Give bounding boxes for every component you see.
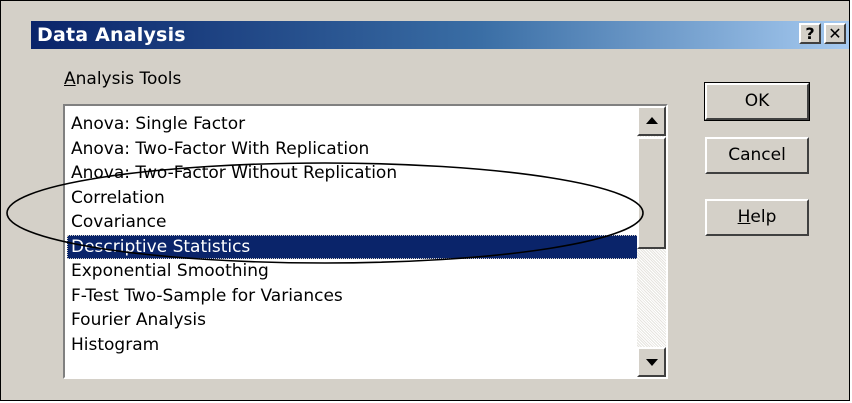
help-button[interactable]: Help: [705, 199, 809, 236]
scroll-down-button[interactable]: [637, 347, 666, 377]
vertical-scrollbar[interactable]: [637, 106, 666, 377]
scroll-up-button[interactable]: [637, 106, 666, 136]
list-item[interactable]: F-Test Two-Sample for Variances: [67, 284, 639, 309]
arrow-down-icon: [646, 359, 658, 366]
title-bar[interactable]: Data Analysis ? ✕: [31, 21, 849, 49]
analysis-tools-label: Analysis Tools: [64, 69, 181, 89]
analysis-tools-label-accel: A: [64, 69, 76, 89]
list-item[interactable]: Anova: Single Factor: [67, 112, 639, 137]
list-item[interactable]: Correlation: [67, 186, 639, 211]
ok-button[interactable]: OK: [704, 82, 810, 121]
scroll-thumb[interactable]: [637, 137, 666, 249]
cancel-button[interactable]: Cancel: [705, 137, 809, 174]
analysis-tools-list: Anova: Single Factor Anova: Two-Factor W…: [67, 112, 639, 357]
list-item[interactable]: Fourier Analysis: [67, 308, 639, 333]
list-item[interactable]: Anova: Two-Factor Without Replication: [67, 161, 639, 186]
help-question-button[interactable]: ?: [799, 23, 821, 44]
list-item[interactable]: Anova: Two-Factor With Replication: [67, 137, 639, 162]
list-item[interactable]: Exponential Smoothing: [67, 259, 639, 284]
dialog-title: Data Analysis: [37, 24, 186, 46]
list-item[interactable]: Covariance: [67, 210, 639, 235]
analysis-tools-listbox[interactable]: Anova: Single Factor Anova: Two-Factor W…: [63, 104, 668, 379]
help-button-accel: H: [737, 207, 751, 227]
data-analysis-dialog: Data Analysis ? ✕ Analysis Tools Anova: …: [0, 0, 850, 401]
close-icon: ✕: [828, 24, 842, 43]
analysis-tools-label-rest: nalysis Tools: [75, 69, 182, 89]
list-item-selected[interactable]: Descriptive Statistics: [67, 234, 639, 259]
help-button-rest: elp: [750, 207, 777, 227]
list-item[interactable]: Histogram: [67, 333, 639, 358]
close-button[interactable]: ✕: [824, 23, 846, 44]
arrow-up-icon: [646, 117, 658, 124]
